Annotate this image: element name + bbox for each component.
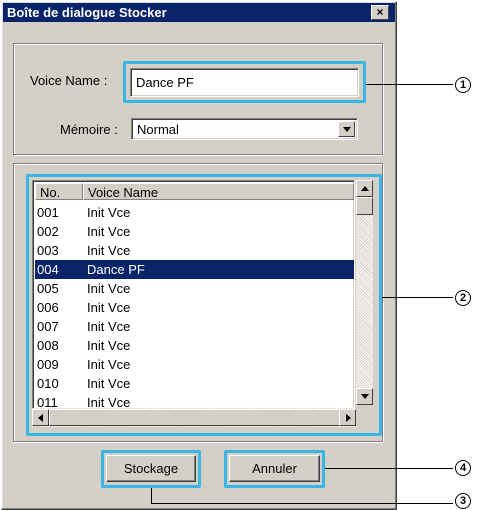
row-number: 001 [37, 205, 59, 220]
horizontal-scrollbar[interactable] [32, 408, 356, 427]
callout-number-1: 1 [455, 77, 471, 93]
row-number: 005 [37, 281, 59, 296]
list-item[interactable]: 007 Init Vce [35, 317, 354, 336]
vertical-scroll-thumb[interactable] [356, 197, 373, 215]
list-item[interactable]: 003 Init Vce [35, 241, 354, 260]
callout-3-line-vertical [151, 488, 152, 503]
voice-name-label: Voice Name : [30, 73, 108, 88]
list-item[interactable]: 006 Init Vce [35, 298, 354, 317]
chevron-down-icon[interactable] [338, 121, 355, 137]
row-number: 003 [37, 243, 59, 258]
memory-select[interactable]: Normal [131, 118, 358, 140]
scroll-left-icon[interactable] [32, 409, 49, 426]
row-voice-name: Init Vce [87, 243, 131, 258]
row-number: 008 [37, 338, 59, 353]
list-item-selected[interactable]: 004 Dance PF [35, 260, 354, 279]
row-number: 006 [37, 300, 59, 315]
callout-2-line [382, 297, 453, 298]
list-item[interactable]: 008 Init Vce [35, 336, 354, 355]
cancel-button[interactable]: Annuler [229, 455, 320, 482]
row-voice-name: Init Vce [87, 281, 131, 296]
list-item[interactable]: 001 Init Vce [35, 203, 354, 222]
scroll-down-icon[interactable] [356, 388, 373, 405]
callout-3-line [151, 503, 453, 504]
memory-selected-value: Normal [137, 122, 179, 137]
list-item[interactable]: 010 Init Vce [35, 374, 354, 393]
scroll-right-icon[interactable] [339, 409, 356, 426]
list-item[interactable]: 005 Init Vce [35, 279, 354, 298]
row-number: 007 [37, 319, 59, 334]
store-button[interactable]: Stockage [106, 455, 196, 482]
row-voice-name: Init Vce [87, 300, 131, 315]
row-voice-name: Init Vce [87, 224, 131, 239]
voice-name-input[interactable]: Dance PF [130, 68, 359, 97]
row-number: 009 [37, 357, 59, 372]
row-voice-name: Init Vce [87, 357, 131, 372]
callout-number-4: 4 [455, 460, 471, 476]
callout-number-3: 3 [455, 493, 471, 509]
row-voice-name: Init Vce [87, 205, 131, 220]
dialog-title: Boîte de dialogue Stocker [3, 3, 395, 22]
row-number: 010 [37, 376, 59, 391]
column-header-voice-name[interactable]: Voice Name [83, 183, 354, 200]
memory-label: Mémoire : [60, 122, 118, 137]
row-voice-name: Dance PF [87, 262, 145, 277]
list-item[interactable]: 009 Init Vce [35, 355, 354, 374]
column-header-no[interactable]: No. [35, 183, 83, 200]
callout-number-2: 2 [455, 290, 471, 306]
close-button[interactable]: × [371, 5, 389, 20]
list-item[interactable]: 002 Init Vce [35, 222, 354, 241]
row-voice-name: Init Vce [87, 338, 131, 353]
horizontal-scroll-thumb[interactable] [49, 409, 341, 426]
row-number: 004 [37, 262, 59, 277]
vertical-scrollbar[interactable] [356, 180, 373, 405]
voice-list[interactable]: No. Voice Name 001 Init Vce 002 Init Vce 0… [32, 180, 355, 427]
row-voice-name: Init Vce [87, 319, 131, 334]
callout-4-line [325, 468, 453, 469]
row-number: 002 [37, 224, 59, 239]
scroll-up-icon[interactable] [356, 180, 373, 197]
row-voice-name: Init Vce [87, 376, 131, 391]
callout-1-line [366, 84, 453, 85]
